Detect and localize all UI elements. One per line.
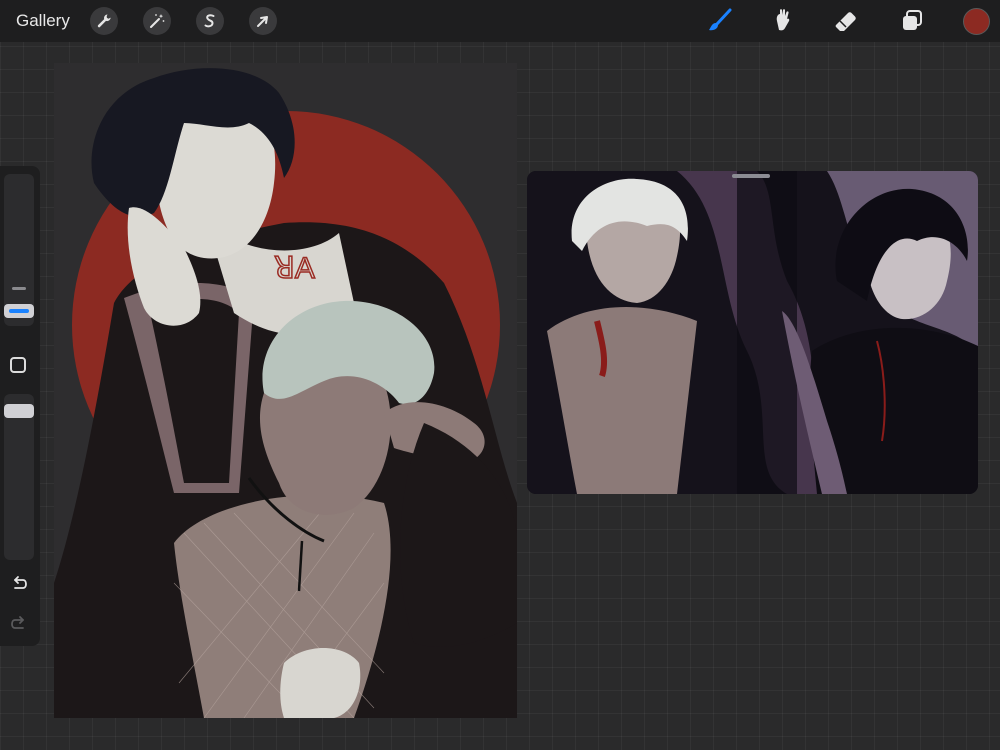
reference-window[interactable] [527,171,978,494]
selection-button[interactable] [196,7,224,35]
smudge-tool-button[interactable] [766,5,798,37]
smudge-icon [776,9,790,31]
wrench-icon [97,14,111,28]
brush-size-slider[interactable] [4,174,34,326]
reference-window-handle[interactable] [732,174,770,178]
layers-button[interactable] [896,5,928,37]
top-toolbar: Gallery [0,0,1000,42]
back-figure-lower-hand [280,648,361,718]
transform-button[interactable] [249,7,277,35]
brush-size-handle-indicator [9,309,29,313]
undo-icon[interactable] [10,574,28,592]
drawing-canvas[interactable]: ꓤA [54,63,517,718]
selection-s-icon [204,14,215,28]
color-picker-button[interactable] [963,8,990,35]
brush-size-handle[interactable] [4,304,34,318]
eraser-icon [835,12,856,31]
opacity-handle[interactable] [4,404,34,418]
eraser-tool-button[interactable] [830,5,862,37]
brush-tool-button[interactable] [703,5,735,37]
layers-icon [903,10,922,30]
adjustments-button[interactable] [143,7,171,35]
redo-icon[interactable] [10,614,28,632]
artwork-illustration: ꓤA [54,68,517,718]
magic-wand-icon [150,14,165,28]
reference-image [527,171,978,494]
square-icon[interactable] [10,357,26,373]
opacity-slider[interactable] [4,394,34,560]
brush-size-tick [12,287,26,290]
transform-arrow-icon [257,16,268,27]
left-sidebar [0,166,40,646]
actions-button[interactable] [90,7,118,35]
brush-icon [709,8,732,31]
neck-marking: ꓤA [274,252,315,285]
gallery-button[interactable]: Gallery [16,11,70,31]
